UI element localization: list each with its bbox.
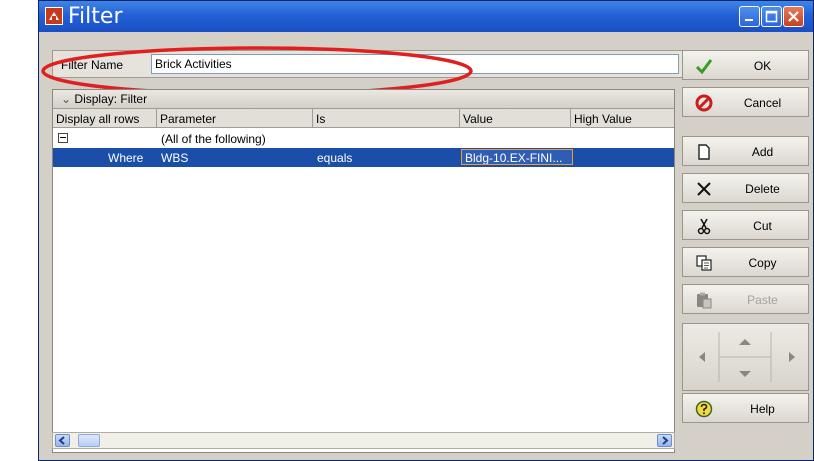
- column-header-high-value[interactable]: High Value: [571, 109, 674, 128]
- close-icon[interactable]: [783, 6, 804, 27]
- cell-parameter: (All of the following): [161, 132, 266, 146]
- new-page-icon: [695, 143, 713, 161]
- arrow-left-icon[interactable]: [697, 350, 707, 367]
- ok-button[interactable]: OK: [682, 50, 809, 80]
- display-filter-label: Display: Filter: [74, 92, 148, 106]
- copy-icon: [695, 254, 713, 272]
- cell-parameter: WBS: [161, 151, 189, 165]
- window-title: Filter: [68, 4, 123, 29]
- cancel-button[interactable]: Cancel: [682, 87, 809, 117]
- add-button[interactable]: Add: [682, 136, 809, 166]
- column-header-parameter[interactable]: Parameter: [157, 109, 313, 128]
- scroll-right-icon[interactable]: [657, 434, 672, 447]
- cell-is: equals: [317, 151, 353, 165]
- scissors-icon: [695, 217, 713, 235]
- collapse-icon[interactable]: [58, 133, 68, 143]
- minimize-icon[interactable]: [739, 6, 760, 27]
- scroll-thumb[interactable]: [78, 434, 100, 447]
- paste-button[interactable]: Paste: [682, 284, 809, 314]
- table-row[interactable]: (All of the following): [53, 129, 674, 148]
- column-header-is[interactable]: Is: [313, 109, 460, 128]
- delete-button[interactable]: Delete: [682, 173, 809, 203]
- arrow-right-icon[interactable]: [787, 350, 797, 367]
- title-bar[interactable]: Filter: [39, 1, 813, 32]
- scroll-left-icon[interactable]: [55, 434, 70, 447]
- cell-display: Where: [108, 151, 144, 165]
- column-header-value[interactable]: Value: [460, 109, 571, 128]
- arrow-up-icon[interactable]: [737, 336, 753, 350]
- help-button[interactable]: Help: [682, 393, 809, 423]
- cancel-icon: [695, 94, 713, 112]
- cut-button[interactable]: Cut: [682, 210, 809, 240]
- maximize-icon[interactable]: [761, 6, 782, 27]
- x-icon: [695, 180, 713, 198]
- filter-name-label: Filter Name: [61, 58, 124, 72]
- chevron-down-icon: ⌄: [61, 92, 72, 106]
- help-icon: [695, 400, 713, 418]
- cell-value[interactable]: Bldg-10.EX-FINI...: [461, 149, 573, 165]
- column-header-display[interactable]: Display all rows: [53, 109, 157, 128]
- display-filter-bar[interactable]: ⌄ Display: Filter: [53, 90, 674, 109]
- filter-name-row: Filter Name: [52, 50, 692, 78]
- move-navigation-pad: [682, 323, 809, 391]
- filter-grid[interactable]: ⌄ Display: Filter Display all rows Param…: [52, 89, 675, 453]
- checkmark-icon: [695, 57, 713, 75]
- horizontal-scrollbar[interactable]: [52, 432, 675, 449]
- paste-icon: [695, 291, 713, 309]
- table-row-selected[interactable]: Where WBS equals Bldg-10.EX-FINI...: [53, 148, 674, 167]
- filter-dialog: Filter Filter Name ⌄ Display: Filter Dis…: [38, 0, 814, 461]
- arrow-down-icon[interactable]: [737, 368, 753, 382]
- copy-button[interactable]: Copy: [682, 247, 809, 277]
- filter-name-input[interactable]: [151, 54, 679, 74]
- app-icon: [45, 7, 63, 25]
